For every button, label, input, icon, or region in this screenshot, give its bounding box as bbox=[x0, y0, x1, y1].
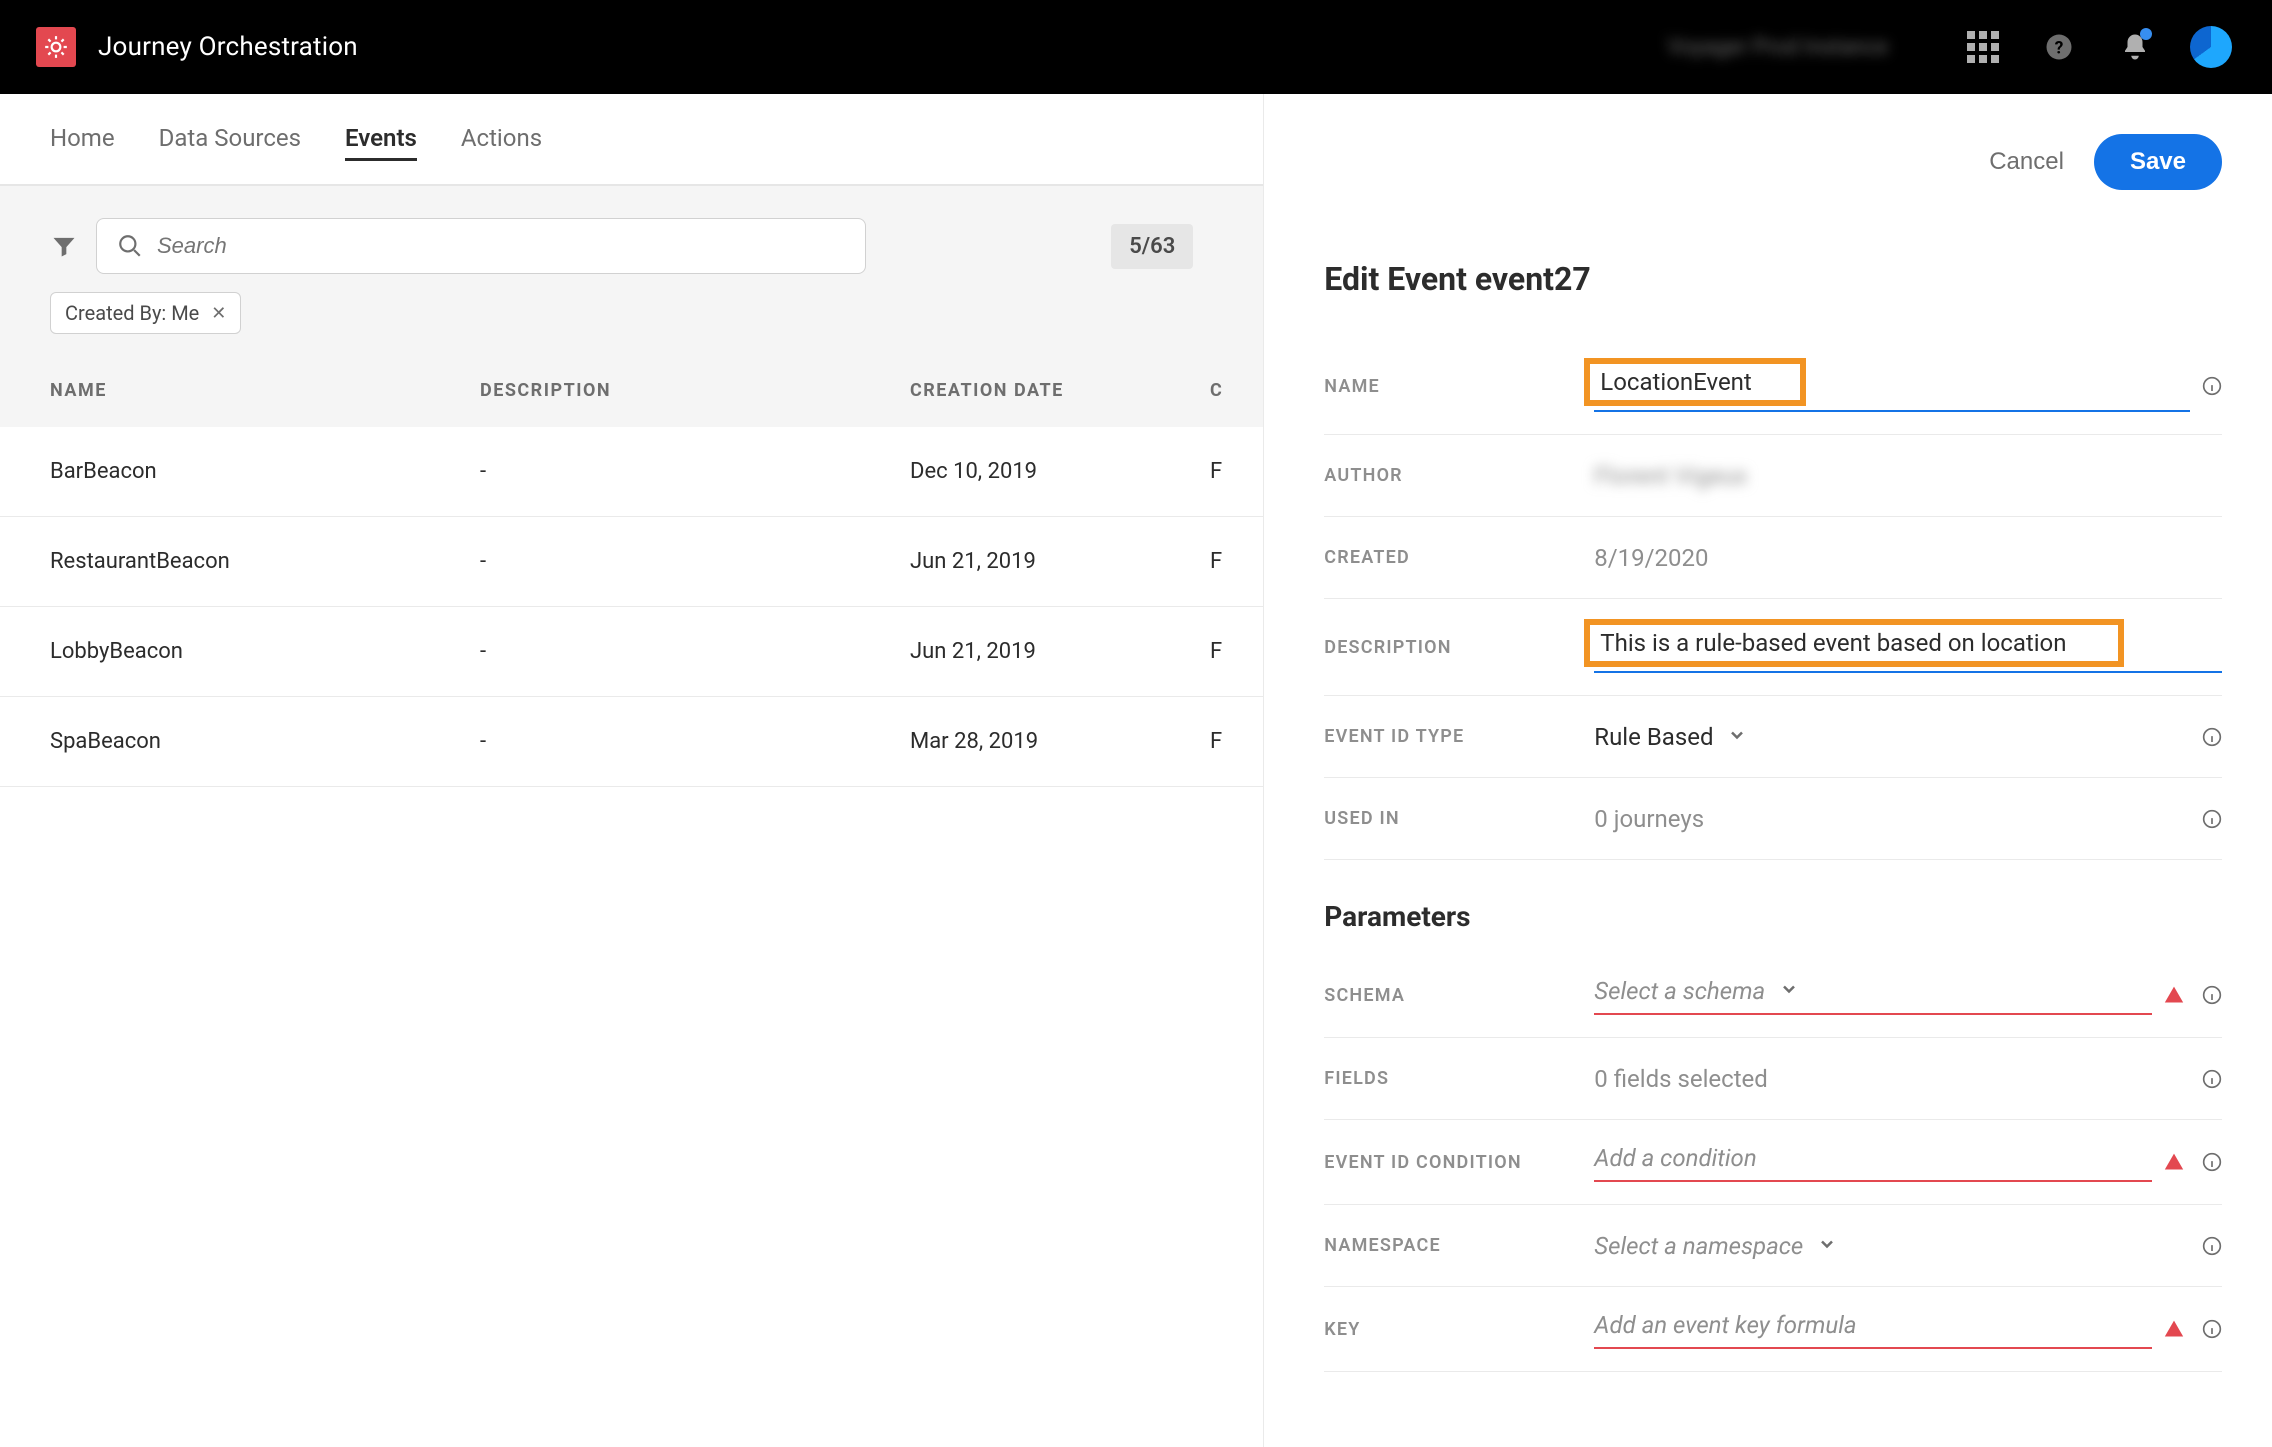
save-button[interactable]: Save bbox=[2094, 134, 2222, 190]
table-row[interactable]: BarBeacon - Dec 10, 2019 F bbox=[0, 427, 1263, 517]
app-title: Journey Orchestration bbox=[98, 32, 358, 62]
chip-remove-icon[interactable]: ✕ bbox=[211, 303, 226, 324]
chevron-down-icon bbox=[1817, 1232, 1837, 1260]
result-count: 5/63 bbox=[1111, 224, 1193, 269]
field-event-id-condition[interactable]: EVENT ID CONDITION Add a condition bbox=[1324, 1120, 2222, 1205]
author-value: Florent Vigeux bbox=[1594, 462, 1747, 490]
avatar[interactable] bbox=[2190, 26, 2232, 68]
filter-row: 5/63 bbox=[0, 185, 1263, 292]
search-box[interactable] bbox=[96, 218, 866, 274]
table-row[interactable]: RestaurantBeacon - Jun 21, 2019 F bbox=[0, 517, 1263, 607]
fields-value: 0 fields selected bbox=[1594, 1065, 1768, 1093]
help-icon[interactable]: ? bbox=[2038, 26, 2080, 68]
warning-icon bbox=[2164, 1152, 2184, 1172]
filter-chip-created-by[interactable]: Created By: Me ✕ bbox=[50, 292, 241, 334]
chevron-down-icon bbox=[1779, 977, 1799, 1005]
info-icon[interactable] bbox=[2202, 1152, 2222, 1172]
app-logo-icon bbox=[36, 27, 76, 67]
notifications-bell-icon[interactable] bbox=[2114, 26, 2156, 68]
field-namespace[interactable]: NAMESPACE Select a namespace bbox=[1324, 1205, 2222, 1287]
info-icon[interactable] bbox=[2202, 1069, 2222, 1089]
search-icon bbox=[117, 233, 143, 259]
table-row[interactable]: LobbyBeacon - Jun 21, 2019 F bbox=[0, 607, 1263, 697]
field-used-in: USED IN 0 journeys bbox=[1324, 778, 2222, 860]
field-description: DESCRIPTION bbox=[1324, 599, 2222, 696]
name-input[interactable] bbox=[1600, 368, 1790, 396]
warning-icon bbox=[2164, 1319, 2184, 1339]
search-input[interactable] bbox=[157, 233, 845, 259]
highlight-description bbox=[1584, 619, 2124, 667]
detail-panel: Cancel Save Edit Event event27 NAME AUTH… bbox=[1264, 94, 2272, 1447]
created-value: 8/19/2020 bbox=[1594, 544, 1708, 572]
field-schema[interactable]: SCHEMA Select a schema bbox=[1324, 953, 2222, 1038]
used-in-value: 0 journeys bbox=[1594, 805, 1704, 833]
chevron-down-icon bbox=[1727, 723, 1747, 751]
tab-data-sources[interactable]: Data Sources bbox=[159, 124, 301, 161]
col-header-description[interactable]: DESCRIPTION bbox=[480, 380, 910, 401]
field-created: CREATED 8/19/2020 bbox=[1324, 517, 2222, 599]
section-parameters: Parameters bbox=[1324, 900, 2222, 933]
info-icon[interactable] bbox=[2202, 809, 2222, 829]
info-icon[interactable] bbox=[2202, 376, 2222, 396]
col-header-name[interactable]: NAME bbox=[50, 380, 480, 401]
info-icon[interactable] bbox=[2202, 1319, 2222, 1339]
filter-chip-label: Created By: Me bbox=[65, 301, 199, 325]
warning-icon bbox=[2164, 985, 2184, 1005]
table-body: BarBeacon - Dec 10, 2019 F RestaurantBea… bbox=[0, 427, 1263, 787]
org-name: Voyager Prod Instance bbox=[1667, 35, 1888, 60]
field-fields[interactable]: FIELDS 0 fields selected bbox=[1324, 1038, 2222, 1120]
event-id-condition-placeholder: Add a condition bbox=[1594, 1144, 1756, 1172]
schema-placeholder: Select a schema bbox=[1594, 977, 1765, 1005]
col-header-creator[interactable]: C bbox=[1210, 380, 1223, 401]
table-header: NAME DESCRIPTION CREATION DATE C bbox=[0, 354, 1263, 427]
tab-actions[interactable]: Actions bbox=[461, 124, 542, 161]
field-author: AUTHOR Florent Vigeux bbox=[1324, 435, 2222, 517]
apps-waffle-icon[interactable] bbox=[1962, 26, 2004, 68]
table-row[interactable]: SpaBeacon - Mar 28, 2019 F bbox=[0, 697, 1263, 787]
svg-text:?: ? bbox=[2055, 38, 2064, 58]
panel-title: Edit Event event27 bbox=[1324, 260, 2222, 298]
namespace-placeholder: Select a namespace bbox=[1594, 1232, 1803, 1260]
event-id-type-value: Rule Based bbox=[1594, 723, 1713, 751]
cancel-button[interactable]: Cancel bbox=[1989, 148, 2064, 176]
key-placeholder: Add an event key formula bbox=[1594, 1311, 1856, 1339]
info-icon[interactable] bbox=[2202, 985, 2222, 1005]
filter-icon[interactable] bbox=[50, 232, 78, 260]
highlight-name bbox=[1584, 358, 1806, 406]
field-event-id-type[interactable]: EVENT ID TYPE Rule Based bbox=[1324, 696, 2222, 778]
field-name: NAME bbox=[1324, 338, 2222, 435]
info-icon[interactable] bbox=[2202, 1236, 2222, 1256]
topbar: Journey Orchestration Voyager Prod Insta… bbox=[0, 0, 2272, 94]
notification-dot-icon bbox=[2140, 28, 2152, 40]
left-pane: Home Data Sources Events Actions 5/63 Cr… bbox=[0, 94, 1264, 1447]
nav-tabs: Home Data Sources Events Actions bbox=[50, 124, 1223, 184]
description-input[interactable] bbox=[1600, 629, 2108, 657]
tab-events[interactable]: Events bbox=[345, 124, 417, 161]
tab-home[interactable]: Home bbox=[50, 124, 115, 161]
info-icon[interactable] bbox=[2202, 727, 2222, 747]
field-key[interactable]: KEY Add an event key formula bbox=[1324, 1287, 2222, 1372]
col-header-creation-date[interactable]: CREATION DATE bbox=[910, 380, 1210, 401]
